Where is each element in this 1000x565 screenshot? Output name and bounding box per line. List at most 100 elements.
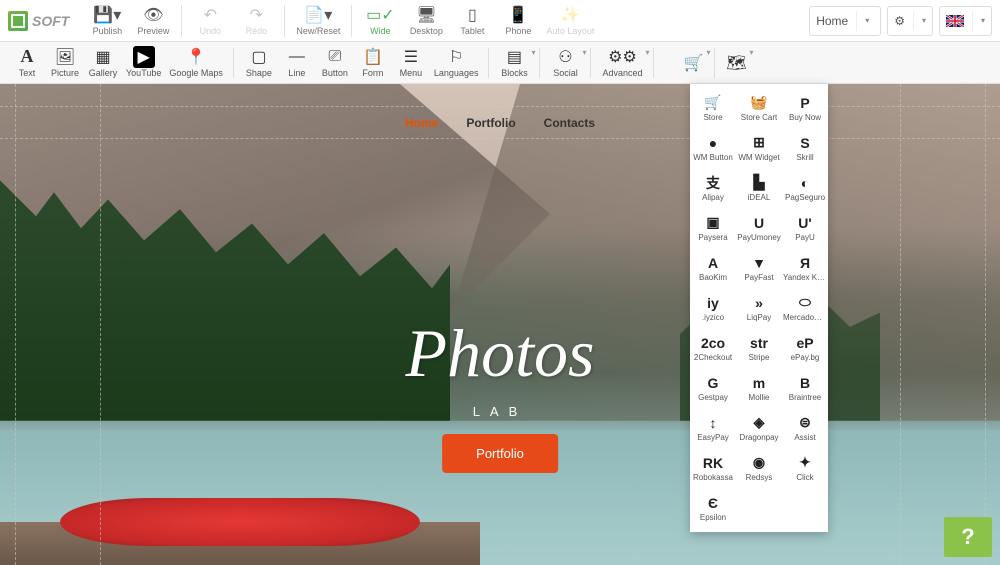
insert-text-button[interactable]: AText bbox=[8, 44, 46, 82]
publish-button[interactable]: 💾▾ Publish bbox=[85, 2, 129, 40]
auto-layout-button[interactable]: ✨ Auto Layout bbox=[542, 2, 598, 40]
payment-option-braintree[interactable]: BBraintree bbox=[782, 368, 828, 408]
payment-option-store[interactable]: 🛒Store bbox=[690, 88, 736, 128]
insert-advanced-button[interactable]: ⚙⚙Advanced bbox=[597, 44, 647, 82]
insert-menu-button[interactable]: ☰Menu bbox=[392, 44, 430, 82]
site-navigation: Home Portfolio Contacts bbox=[0, 116, 1000, 130]
payment-option-wm-widget[interactable]: ⊞WM Widget bbox=[736, 128, 782, 168]
logo-icon bbox=[8, 11, 28, 31]
nav-home[interactable]: Home bbox=[405, 116, 438, 130]
undo-icon: ↶ bbox=[204, 6, 217, 24]
payment-option-payu[interactable]: U'PayU bbox=[782, 208, 828, 248]
text-icon: A bbox=[21, 48, 34, 66]
payment-option-liqpay[interactable]: »LiqPay bbox=[736, 288, 782, 328]
divider bbox=[488, 48, 489, 78]
insert-cart-button[interactable]: 🛒 bbox=[678, 44, 708, 82]
insert-googlemaps-button[interactable]: 📍Google Maps bbox=[165, 44, 227, 82]
payment-option-2checkout[interactable]: 2co2Checkout bbox=[690, 328, 736, 368]
insert-button-button[interactable]: ⎚Button bbox=[316, 44, 354, 82]
-iyzico-icon: iy bbox=[707, 295, 719, 311]
insert-blocks-button[interactable]: ▤Blocks bbox=[495, 44, 533, 82]
payment-option-dragonpay[interactable]: ◈Dragonpay bbox=[736, 408, 782, 448]
payment-option-stripe[interactable]: strStripe bbox=[736, 328, 782, 368]
chevron-down-icon: ▾ bbox=[972, 11, 985, 31]
mollie-icon: m bbox=[753, 375, 765, 391]
page-selector-dropdown[interactable]: Home ▾ bbox=[809, 6, 881, 36]
cart-icon: 🛒 bbox=[683, 54, 703, 72]
tablet-icon: ▯ bbox=[468, 6, 477, 24]
payment-option-click[interactable]: ✦Click bbox=[782, 448, 828, 488]
insert-form-button[interactable]: 📋Form bbox=[354, 44, 392, 82]
insert-picture-button[interactable]: 🖼Picture bbox=[46, 44, 84, 82]
insert-gallery-button[interactable]: ▦Gallery bbox=[84, 44, 122, 82]
gear-icon: ⚙ bbox=[894, 14, 905, 28]
yandex-kassa-icon: Я bbox=[800, 255, 810, 271]
payment-option-alipay[interactable]: 支Alipay bbox=[690, 168, 736, 208]
epsilon-icon: Є bbox=[708, 495, 718, 511]
payment-option-mollie[interactable]: mMollie bbox=[736, 368, 782, 408]
payment-option-store-cart[interactable]: 🧺Store Cart bbox=[736, 88, 782, 128]
payment-option-buy-now[interactable]: PBuy Now bbox=[782, 88, 828, 128]
liqpay-icon: » bbox=[755, 295, 763, 311]
payment-option-baokim[interactable]: ABaoKim bbox=[690, 248, 736, 288]
wide-viewport-button[interactable]: ▭✓ Wide bbox=[358, 2, 402, 40]
nav-portfolio[interactable]: Portfolio bbox=[466, 116, 515, 130]
map-icon: 🗺 bbox=[726, 54, 746, 72]
menu-icon: ☰ bbox=[404, 48, 418, 66]
chevron-down-icon: ▾ bbox=[856, 11, 869, 31]
preview-button[interactable]: 👁 Preview bbox=[131, 2, 175, 40]
payment-option-wm-button[interactable]: ●WM Button bbox=[690, 128, 736, 168]
payment-option-ideal[interactable]: ▙iDEAL bbox=[736, 168, 782, 208]
line-icon: ― bbox=[289, 48, 305, 66]
insert-line-button[interactable]: ―Line bbox=[278, 44, 316, 82]
settings-dropdown[interactable]: ⚙ ▾ bbox=[887, 6, 933, 36]
2checkout-icon: 2co bbox=[701, 335, 725, 351]
insert-youtube-button[interactable]: ▶YouTube bbox=[122, 44, 165, 82]
payment-option-gestpay[interactable]: GGestpay bbox=[690, 368, 736, 408]
insert-languages-button[interactable]: ⚐Languages bbox=[430, 44, 483, 82]
assist-icon: ⊜ bbox=[799, 415, 811, 431]
redo-button[interactable]: ↷ Redo bbox=[234, 2, 278, 40]
logo[interactable]: SOFT bbox=[8, 11, 69, 31]
payment-option-assist[interactable]: ⊜Assist bbox=[782, 408, 828, 448]
payment-option-payumoney[interactable]: UPayUmoney bbox=[736, 208, 782, 248]
shape-icon: ▢ bbox=[251, 48, 266, 66]
payment-option-mercadopago[interactable]: ⬭MercadoPago bbox=[782, 288, 828, 328]
payment-option-redsys[interactable]: ◉Redsys bbox=[736, 448, 782, 488]
tablet-viewport-button[interactable]: ▯ Tablet bbox=[450, 2, 494, 40]
phone-icon: 📱 bbox=[508, 6, 528, 24]
alipay-icon: 支 bbox=[706, 175, 720, 191]
payment-option-epsilon[interactable]: ЄEpsilon bbox=[690, 488, 736, 528]
payment-option-payfast[interactable]: ▼PayFast bbox=[736, 248, 782, 288]
hero-cta-button[interactable]: Portfolio bbox=[442, 434, 558, 473]
mercadopago-icon: ⬭ bbox=[799, 295, 811, 311]
payment-option-robokassa[interactable]: RKRobokassa bbox=[690, 448, 736, 488]
desktop-icon: 🖥 bbox=[416, 6, 436, 24]
top-right-controls: Home ▾ ⚙ ▾ ▾ bbox=[809, 6, 992, 36]
phone-viewport-button[interactable]: 📱 Phone bbox=[496, 2, 540, 40]
payment-option-epay-bg[interactable]: ePePay.bg bbox=[782, 328, 828, 368]
desktop-viewport-button[interactable]: 🖥 Desktop bbox=[404, 2, 448, 40]
insert-shape-button[interactable]: ▢Shape bbox=[240, 44, 278, 82]
insert-map-button[interactable]: 🗺 bbox=[721, 44, 751, 82]
undo-button[interactable]: ↶ Undo bbox=[188, 2, 232, 40]
easypay-icon: ↕ bbox=[710, 415, 717, 431]
help-button[interactable]: ? bbox=[944, 517, 992, 557]
payment-option-yandex-kassa[interactable]: ЯYandex Kassa bbox=[782, 248, 828, 288]
new-reset-button[interactable]: 📄▾ New/Reset bbox=[291, 2, 345, 40]
payment-option-paysera[interactable]: ▣Paysera bbox=[690, 208, 736, 248]
payment-option-skrill[interactable]: SSkrill bbox=[782, 128, 828, 168]
wand-icon: ✨ bbox=[560, 6, 580, 24]
nav-contacts[interactable]: Contacts bbox=[544, 116, 595, 130]
payment-option--iyzico[interactable]: iy.iyzico bbox=[690, 288, 736, 328]
editor-canvas[interactable]: Home Portfolio Contacts Photos LAB Portf… bbox=[0, 84, 1000, 565]
eye-icon: 👁 bbox=[143, 6, 163, 24]
payment-option-pagseguro[interactable]: ◐PagSeguro bbox=[782, 168, 828, 208]
payment-option-easypay[interactable]: ↕EasyPay bbox=[690, 408, 736, 448]
hero-title[interactable]: Photos bbox=[0, 314, 1000, 393]
skrill-icon: S bbox=[800, 135, 809, 151]
insert-social-button[interactable]: ⚇Social bbox=[546, 44, 584, 82]
hero-subtitle[interactable]: LAB bbox=[0, 404, 1000, 419]
language-dropdown[interactable]: ▾ bbox=[939, 6, 992, 36]
languages-icon: ⚐ bbox=[449, 48, 463, 66]
